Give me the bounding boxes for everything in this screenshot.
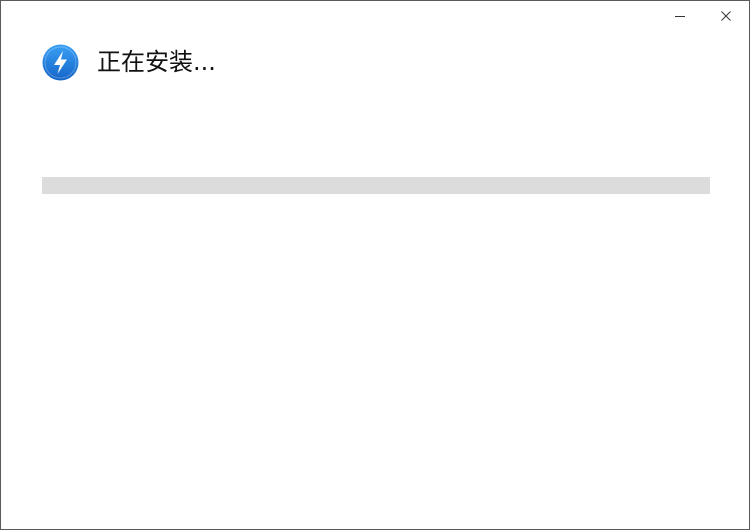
lightning-bolt-icon [42, 44, 79, 81]
minimize-icon [675, 16, 685, 17]
progress-bar [42, 177, 710, 194]
installer-header: 正在安装... [42, 44, 216, 80]
installer-window: 正在安装... [0, 0, 750, 530]
close-icon [721, 11, 731, 21]
minimize-button[interactable] [657, 1, 703, 31]
window-controls [657, 1, 749, 31]
close-button[interactable] [703, 1, 749, 31]
page-title: 正在安装... [97, 48, 216, 76]
